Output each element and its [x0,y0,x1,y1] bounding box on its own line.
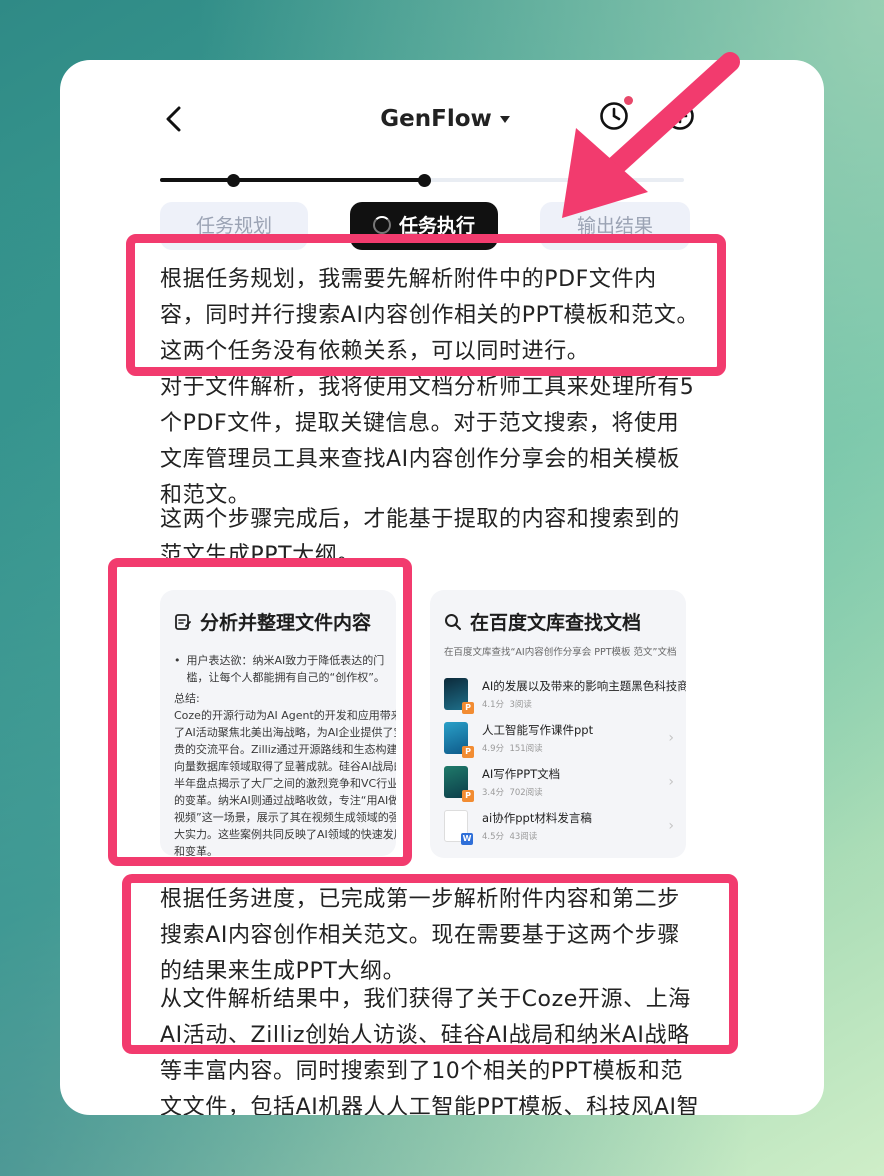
back-icon[interactable] [160,104,190,134]
doc-item-2[interactable]: P 人工智能写作课件ppt 4.9分 151阅读 › [444,716,686,760]
loading-spinner-icon [372,216,391,234]
highlight-box-analysis [108,558,412,866]
app-title: GenFlow [380,106,492,132]
pointer-arrow-icon [562,52,740,218]
search-query: 在百度文库查找“AI内容创作分享会 PPT模板 范文”文档 [444,647,677,658]
chevron-right-icon: › [668,730,674,746]
search-card[interactable]: 在百度文库查找文档 在百度文库查找“AI内容创作分享会 PPT模板 范文”文档 … [430,590,686,858]
doc-thumbnail: P [444,678,474,714]
paragraph-file-parsing: 对于文件解析，我将使用文档分析师工具来处理所有5个PDF文件，提取关键信息。对于… [160,375,695,508]
caret-down-icon [499,116,510,123]
progress-dot-2 [418,174,431,187]
search-icon [445,613,461,630]
chevron-right-icon: › [668,818,674,834]
doc-item-1[interactable]: P AI的发展以及带来的影响主题黑色科技商... 4.1分 3阅读 › [444,672,686,716]
app-title-dropdown[interactable]: GenFlow [360,102,530,136]
doc-thumbnail: P [444,766,474,802]
chevron-right-icon: › [668,774,674,790]
doc-thumbnail: P [444,722,474,758]
doc-list: P AI的发展以及带来的影响主题黑色科技商... 4.1分 3阅读 › P 人工… [444,672,686,848]
progress-dot-1 [227,174,240,187]
doc-item-4[interactable]: W ai协作ppt材料发言稿 4.5分 43阅读 › [444,804,686,848]
doc-thumbnail: W [444,810,473,845]
highlight-box-planning [126,234,726,376]
search-card-title: 在百度文库查找文档 [470,612,642,634]
highlight-box-progress [122,874,738,1054]
progress-fill [160,178,426,182]
doc-item-3[interactable]: P AI写作PPT文档 3.4分 702阅读 › [444,760,686,804]
